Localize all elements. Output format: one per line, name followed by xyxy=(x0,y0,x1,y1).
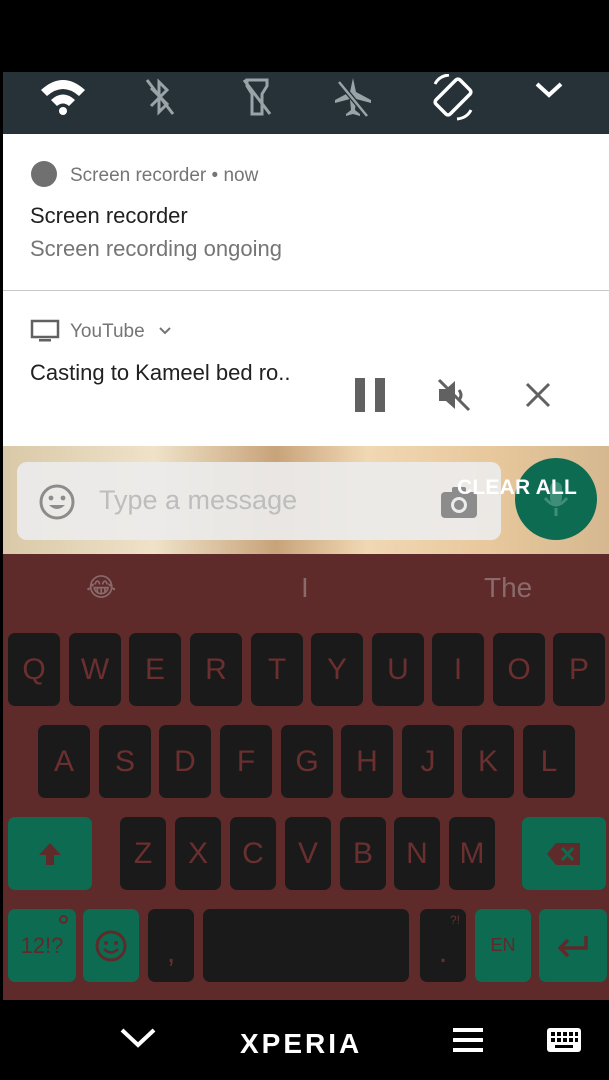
screen-recorder-notification[interactable]: Screen recorder • now Screen recorder Sc… xyxy=(3,134,609,290)
airplane-mode-icon[interactable] xyxy=(325,74,381,122)
emoji-key[interactable] xyxy=(83,909,139,982)
emoji-icon xyxy=(95,930,127,961)
key-f[interactable]: F xyxy=(220,725,272,798)
key-b[interactable]: B xyxy=(340,817,386,890)
app-name: Screen recorder xyxy=(70,165,207,186)
suggestion-item[interactable]: I xyxy=(301,572,309,604)
message-placeholder: Type a message xyxy=(99,485,298,515)
shift-arrow-icon xyxy=(39,842,61,865)
auto-rotate-icon[interactable] xyxy=(425,73,481,122)
key-e[interactable]: E xyxy=(129,633,181,706)
key-x[interactable]: X xyxy=(175,817,221,890)
wifi-icon[interactable] xyxy=(35,74,91,122)
menu-icon[interactable] xyxy=(452,1026,484,1054)
shift-key[interactable] xyxy=(8,817,92,890)
keyboard-icon[interactable] xyxy=(546,1026,582,1054)
navigation-bar: XPERIA xyxy=(0,1000,609,1080)
mute-icon[interactable] xyxy=(435,377,473,413)
pause-icon[interactable] xyxy=(352,375,388,415)
key-g[interactable]: G xyxy=(281,725,333,798)
app-name: YouTube xyxy=(70,321,145,342)
app-icon xyxy=(31,161,57,187)
key-l[interactable]: L xyxy=(523,725,575,798)
key-z[interactable]: Z xyxy=(120,817,166,890)
key-m[interactable]: M xyxy=(449,817,495,890)
notification-time: now xyxy=(223,165,259,186)
comma-key[interactable]: , xyxy=(148,909,194,982)
notification-header: Screen recorder • now xyxy=(70,165,258,187)
period-key-sub: ?! xyxy=(449,913,460,927)
key-k[interactable]: K xyxy=(462,725,514,798)
flashlight-off-icon[interactable] xyxy=(229,74,285,122)
key-j[interactable]: J xyxy=(402,725,454,798)
key-s[interactable]: S xyxy=(99,725,151,798)
language-key[interactable]: EN xyxy=(475,909,531,982)
key-y[interactable]: Y xyxy=(311,633,363,706)
enter-key[interactable] xyxy=(539,909,607,982)
clear-all-button[interactable]: CLEAR ALL xyxy=(457,476,577,500)
key-i[interactable]: I xyxy=(432,633,484,706)
emoji-icon[interactable] xyxy=(37,482,77,522)
suggestion-emoji[interactable]: 😂 xyxy=(86,572,116,603)
key-p[interactable]: P xyxy=(553,633,605,706)
symbols-key-label: 12!? xyxy=(20,932,64,958)
period-key-label: . xyxy=(438,936,448,969)
cast-screen-icon xyxy=(30,319,60,342)
settings-dot-icon xyxy=(59,915,68,924)
bluetooth-off-icon[interactable] xyxy=(131,74,187,122)
suggestion-item[interactable]: The xyxy=(484,572,532,604)
enter-icon xyxy=(557,935,588,957)
expand-icon[interactable] xyxy=(521,74,577,122)
key-r[interactable]: R xyxy=(190,633,242,706)
backspace-key[interactable] xyxy=(522,817,606,890)
youtube-cast-notification[interactable]: YouTube Casting to Kameel bed ro.. xyxy=(3,291,609,446)
key-u[interactable]: U xyxy=(372,633,424,706)
keyboard: 😂 I The Q W E R T Y U I O P A S D F G H … xyxy=(3,554,609,1000)
backspace-icon xyxy=(547,842,580,865)
separator-dot: • xyxy=(211,165,224,186)
key-q[interactable]: Q xyxy=(8,633,60,706)
notification-text: Screen recording ongoing xyxy=(30,236,282,261)
chevron-down-icon[interactable] xyxy=(158,326,172,336)
key-d[interactable]: D xyxy=(159,725,211,798)
notification-title: Casting to Kameel bed ro.. xyxy=(30,360,291,385)
message-input[interactable]: Type a message xyxy=(17,462,501,540)
brand-logo: XPERIA xyxy=(240,1028,363,1059)
chat-app-background: Type a message CLEAR ALL 😂 I The Q W E R… xyxy=(3,446,609,1000)
notification-title: Screen recorder xyxy=(30,203,188,228)
symbols-key[interactable]: 12!? xyxy=(8,909,76,982)
key-n[interactable]: N xyxy=(394,817,440,890)
close-icon[interactable] xyxy=(524,381,552,409)
space-key[interactable] xyxy=(203,909,409,982)
chevron-down-icon[interactable] xyxy=(118,1024,158,1052)
suggestion-bar: 😂 I The xyxy=(3,554,609,626)
period-key[interactable]: . ?! xyxy=(420,909,466,982)
status-bar xyxy=(0,0,609,72)
key-h[interactable]: H xyxy=(341,725,393,798)
quick-settings-bar xyxy=(3,72,609,134)
key-a[interactable]: A xyxy=(38,725,90,798)
key-c[interactable]: C xyxy=(230,817,276,890)
key-o[interactable]: O xyxy=(493,633,545,706)
key-w[interactable]: W xyxy=(69,633,121,706)
key-t[interactable]: T xyxy=(251,633,303,706)
key-v[interactable]: V xyxy=(285,817,331,890)
